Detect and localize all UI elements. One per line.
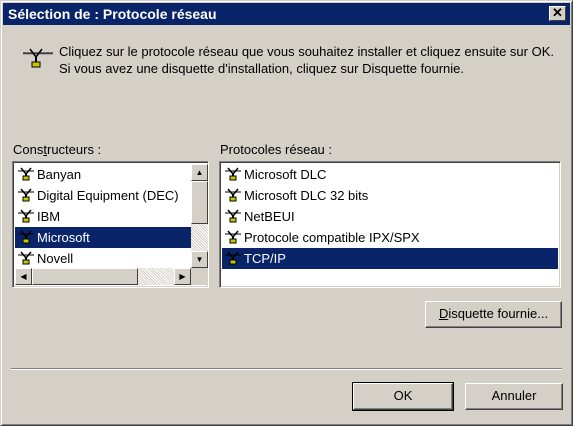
scroll-right-button[interactable]: ▶ — [174, 268, 191, 285]
manufacturers-horizontal-scrollbar[interactable]: ◀ ▶ — [15, 268, 191, 285]
list-item-label: Microsoft DLC 32 bits — [244, 188, 369, 203]
protocols-list[interactable]: Microsoft DLC Microsoft DLC 32 bits NetBEU… — [219, 161, 561, 288]
have-disk-button[interactable]: Disquette fournie... — [425, 301, 562, 328]
network-protocol-icon — [18, 167, 34, 181]
list-item[interactable]: TCP/IP — [222, 248, 558, 269]
have-disk-label: isquette fournie... — [448, 306, 549, 321]
list-item-label: TCP/IP — [244, 251, 286, 266]
network-protocol-icon — [225, 188, 241, 202]
manufacturers-vertical-scrollbar[interactable]: ▲ ▼ — [191, 164, 208, 268]
scroll-down-button[interactable]: ▼ — [191, 251, 208, 268]
instruction-text: Cliquez sur le protocole réseau que vous… — [59, 44, 554, 76]
close-button[interactable]: ✕ — [549, 6, 566, 21]
network-protocol-icon — [18, 251, 34, 265]
network-protocol-icon — [18, 188, 34, 202]
list-item-label: Microsoft — [37, 230, 90, 245]
manufacturers-label-part: ructeurs : — [46, 142, 102, 157]
list-item[interactable]: Protocole compatible IPX/SPX — [222, 227, 558, 248]
manufacturers-label: Constructeurs : — [13, 142, 101, 157]
protocols-label: Protocoles réseau : — [220, 142, 333, 157]
list-item[interactable]: NetBEUI — [222, 206, 558, 227]
have-disk-accelerator: D — [438, 306, 449, 321]
window-title: Sélection de : Protocole réseau — [8, 6, 217, 22]
network-protocol-icon — [225, 167, 241, 181]
network-protocol-icon — [23, 48, 53, 68]
network-protocol-icon — [18, 209, 34, 223]
list-item-label: Banyan — [37, 167, 82, 182]
network-protocol-icon — [225, 251, 241, 265]
list-item-label: Novell — [37, 251, 74, 266]
cancel-button[interactable]: Annuler — [465, 383, 563, 410]
network-protocol-icon — [225, 230, 241, 244]
list-item-label: Microsoft DLC — [244, 167, 327, 182]
list-item-label: NetBEUI — [244, 209, 295, 224]
horizontal-scroll-thumb[interactable] — [32, 268, 138, 285]
scroll-thumb[interactable] — [191, 181, 208, 224]
manufacturers-label-part: Cons — [13, 142, 44, 157]
list-item[interactable]: Microsoft DLC — [222, 164, 558, 185]
list-item[interactable]: IBM — [15, 206, 191, 227]
list-item-label: Protocole compatible IPX/SPX — [244, 230, 420, 245]
list-item[interactable]: Banyan — [15, 164, 191, 185]
scroll-left-button[interactable]: ◀ — [15, 268, 32, 285]
protocol-selection-dialog: Sélection de : Protocole réseau ✕ Clique… — [0, 0, 573, 426]
dialog-separator — [11, 368, 562, 370]
ok-button[interactable]: OK — [352, 382, 454, 411]
list-item[interactable]: Novell — [15, 248, 191, 269]
title-bar[interactable]: Sélection de : Protocole réseau ✕ — [3, 3, 570, 25]
network-protocol-icon — [18, 230, 34, 244]
list-item[interactable]: Digital Equipment (DEC) — [15, 185, 191, 206]
list-item[interactable]: Microsoft — [15, 227, 191, 248]
scrollbar-corner — [191, 268, 208, 285]
list-item-label: Digital Equipment (DEC) — [37, 188, 179, 203]
manufacturers-list[interactable]: Banyan Digital Equipment (DEC) IBM Microsof… — [12, 161, 209, 288]
list-item-label: IBM — [37, 209, 61, 224]
network-protocol-icon — [225, 209, 241, 223]
list-item[interactable]: Microsoft DLC 32 bits — [222, 185, 558, 206]
scroll-up-button[interactable]: ▲ — [191, 164, 208, 181]
